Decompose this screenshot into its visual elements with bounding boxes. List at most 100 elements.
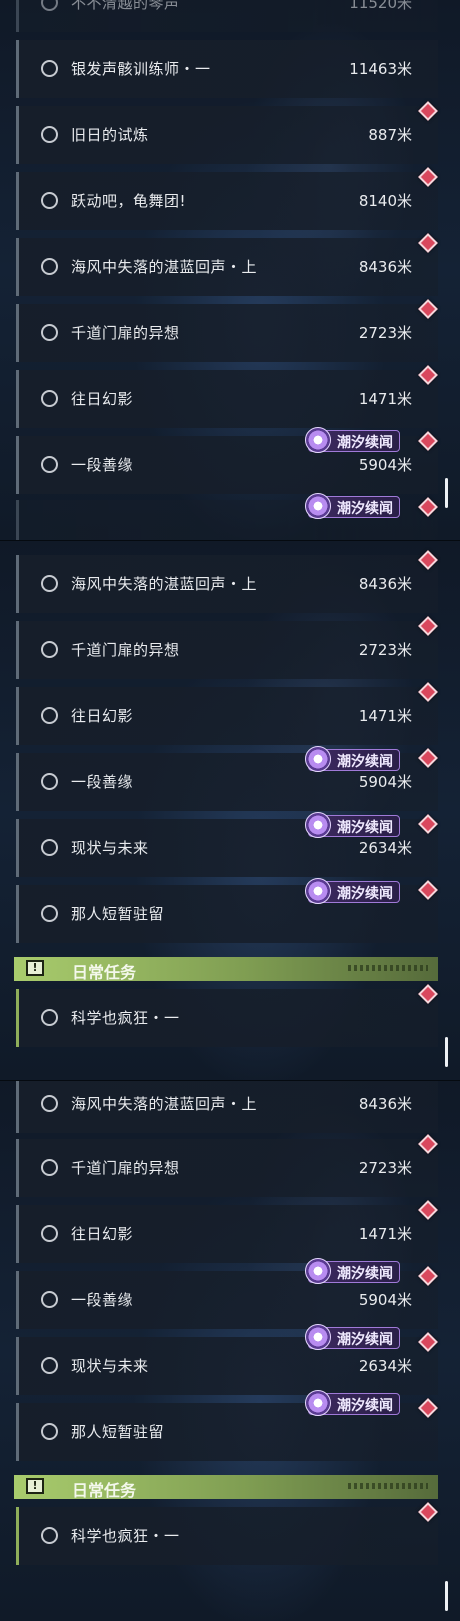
quest-status-circle-icon [41, 0, 58, 11]
section-title: 日常任务 [72, 963, 137, 982]
quest-distance: 8436米 [358, 575, 412, 593]
quest-status-circle-icon [41, 905, 58, 922]
quest-title: 那人短暂驻留 [71, 905, 165, 923]
tide-echo-badge: 潮汐续闻 [305, 812, 400, 838]
quest-title: 现状与未来 [71, 839, 149, 857]
quest-status-circle-icon [41, 1095, 58, 1112]
quest-status-circle-icon [41, 1225, 58, 1242]
daily-quest-row[interactable]: 科学也疯狂・一 [16, 989, 438, 1047]
quest-row[interactable]: 往日幻影 1471米 [16, 687, 438, 745]
quest-distance: 8436米 [358, 258, 412, 276]
quest-title: 现状与未来 [71, 1357, 149, 1375]
quest-status-circle-icon [41, 1009, 58, 1026]
quest-title: 往日幻影 [71, 707, 134, 725]
quest-title: 往日幻影 [71, 390, 134, 408]
quest-row[interactable]: 千道门扉的异想 2723米 [16, 621, 438, 679]
quest-title: 那人短暂驻留 [71, 1423, 165, 1441]
quest-row[interactable]: 海风中失落的湛蓝回声・上 8436米 [16, 1081, 438, 1133]
quest-title: 千道门扉的异想 [71, 324, 180, 342]
quest-status-circle-icon [41, 192, 58, 209]
quest-title: 科学也疯狂・一 [71, 1009, 180, 1027]
tide-swirl-icon [305, 746, 331, 772]
tide-swirl-icon [305, 812, 331, 838]
quest-title: 一段善缘 [71, 456, 134, 474]
quest-row[interactable]: 跃动吧，龟舞团! 8140米 [16, 172, 438, 230]
scrollbar-thumb[interactable] [445, 478, 448, 508]
quest-distance: 11520米 [349, 0, 412, 12]
exclamation-icon: ! [26, 1478, 44, 1494]
quest-distance: 5904米 [358, 456, 412, 474]
quest-row[interactable]: 银发声骸训练师・一 11463米 [16, 40, 438, 98]
quest-distance: 887米 [368, 126, 412, 144]
quest-status-circle-icon [41, 258, 58, 275]
quest-title: 往日幻影 [71, 1225, 134, 1243]
quest-distance: 5904米 [358, 773, 412, 791]
quest-distance: 11463米 [349, 60, 412, 78]
header-decoration [348, 1483, 428, 1489]
tide-echo-badge: 潮汐续闻 [305, 1258, 400, 1284]
quest-status-circle-icon [41, 1357, 58, 1374]
quest-list-panel: 海风中失落的湛蓝回声・上 8436米 千道门扉的异想 2723米 往日幻影 14… [0, 1080, 460, 1621]
quest-title: 一段善缘 [71, 773, 134, 791]
tide-echo-badge: 潮汐续闻 [305, 746, 400, 772]
daily-quest-row[interactable]: 科学也疯狂・一 [16, 1507, 438, 1565]
quest-row[interactable]: 不不清越的琴声 11520米 [16, 0, 438, 32]
tide-swirl-icon [305, 427, 331, 453]
badge-label: 潮汐续闻 [337, 1332, 393, 1348]
tide-swirl-icon [305, 1258, 331, 1284]
quest-list-panel: 海风中失落的湛蓝回声・上 8436米 千道门扉的异想 2723米 往日幻影 14… [0, 540, 460, 1081]
daily-tasks-header[interactable]: ! 日常任务 [14, 1475, 438, 1500]
quest-title: 科学也疯狂・一 [71, 1527, 180, 1545]
quest-distance: 1471米 [358, 1225, 412, 1243]
tide-echo-badge: 潮汐续闻 [305, 427, 400, 453]
quest-title: 跃动吧，龟舞团! [71, 192, 187, 210]
quest-title: 千道门扉的异想 [71, 641, 180, 659]
badge-label: 潮汐续闻 [337, 435, 393, 451]
scrollbar-thumb[interactable] [445, 1581, 448, 1611]
quest-row[interactable]: 往日幻影 1471米 [16, 370, 438, 428]
quest-distance: 1471米 [358, 707, 412, 725]
quest-title: 银发声骸训练师・一 [71, 60, 211, 78]
quest-row[interactable]: 海风中失落的湛蓝回声・上 8436米 [16, 555, 438, 613]
quest-row[interactable]: 海风中失落的湛蓝回声・上 8436米 [16, 238, 438, 296]
quest-distance: 8140米 [358, 192, 412, 210]
quest-status-circle-icon [41, 390, 58, 407]
quest-status-circle-icon [41, 1159, 58, 1176]
quest-title: 海风中失落的湛蓝回声・上 [71, 575, 258, 593]
quest-title: 不不清越的琴声 [71, 0, 180, 12]
quest-status-circle-icon [41, 1423, 58, 1440]
badge-label: 潮汐续闻 [337, 886, 393, 902]
quest-status-circle-icon [41, 60, 58, 77]
tide-swirl-icon [305, 1390, 331, 1416]
quest-title: 海风中失落的湛蓝回声・上 [71, 258, 258, 276]
quest-row[interactable]: 旧日的试炼 887米 [16, 106, 438, 164]
quest-title: 海风中失落的湛蓝回声・上 [71, 1095, 258, 1113]
scrollbar-thumb[interactable] [445, 1037, 448, 1067]
badge-label: 潮汐续闻 [337, 1266, 393, 1282]
tide-swirl-icon [305, 493, 331, 519]
tide-echo-badge: 潮汐续闻 [305, 878, 400, 904]
badge-label: 潮汐续闻 [337, 754, 393, 770]
badge-label: 潮汐续闻 [337, 501, 393, 517]
quest-status-circle-icon [41, 324, 58, 341]
quest-distance: 2723米 [358, 324, 412, 342]
quest-distance: 2723米 [358, 641, 412, 659]
header-decoration [348, 965, 428, 971]
badge-label: 潮汐续闻 [337, 1398, 393, 1414]
quest-distance: 1471米 [358, 390, 412, 408]
quest-distance: 2723米 [358, 1159, 412, 1177]
quest-row[interactable]: 千道门扉的异想 2723米 [16, 304, 438, 362]
tide-echo-badge: 潮汐续闻 [305, 1324, 400, 1350]
exclamation-icon: ! [26, 960, 44, 976]
daily-tasks-header[interactable]: ! 日常任务 [14, 957, 438, 982]
quest-row[interactable]: 往日幻影 1471米 [16, 1205, 438, 1263]
badge-label: 潮汐续闻 [337, 820, 393, 836]
quest-status-circle-icon [41, 1291, 58, 1308]
quest-status-circle-icon [41, 1527, 58, 1544]
quest-row[interactable]: 千道门扉的异想 2723米 [16, 1139, 438, 1197]
quest-distance: 2634米 [358, 1357, 412, 1375]
quest-status-circle-icon [41, 575, 58, 592]
quest-status-circle-icon [41, 773, 58, 790]
quest-distance: 5904米 [358, 1291, 412, 1309]
quest-status-circle-icon [41, 641, 58, 658]
